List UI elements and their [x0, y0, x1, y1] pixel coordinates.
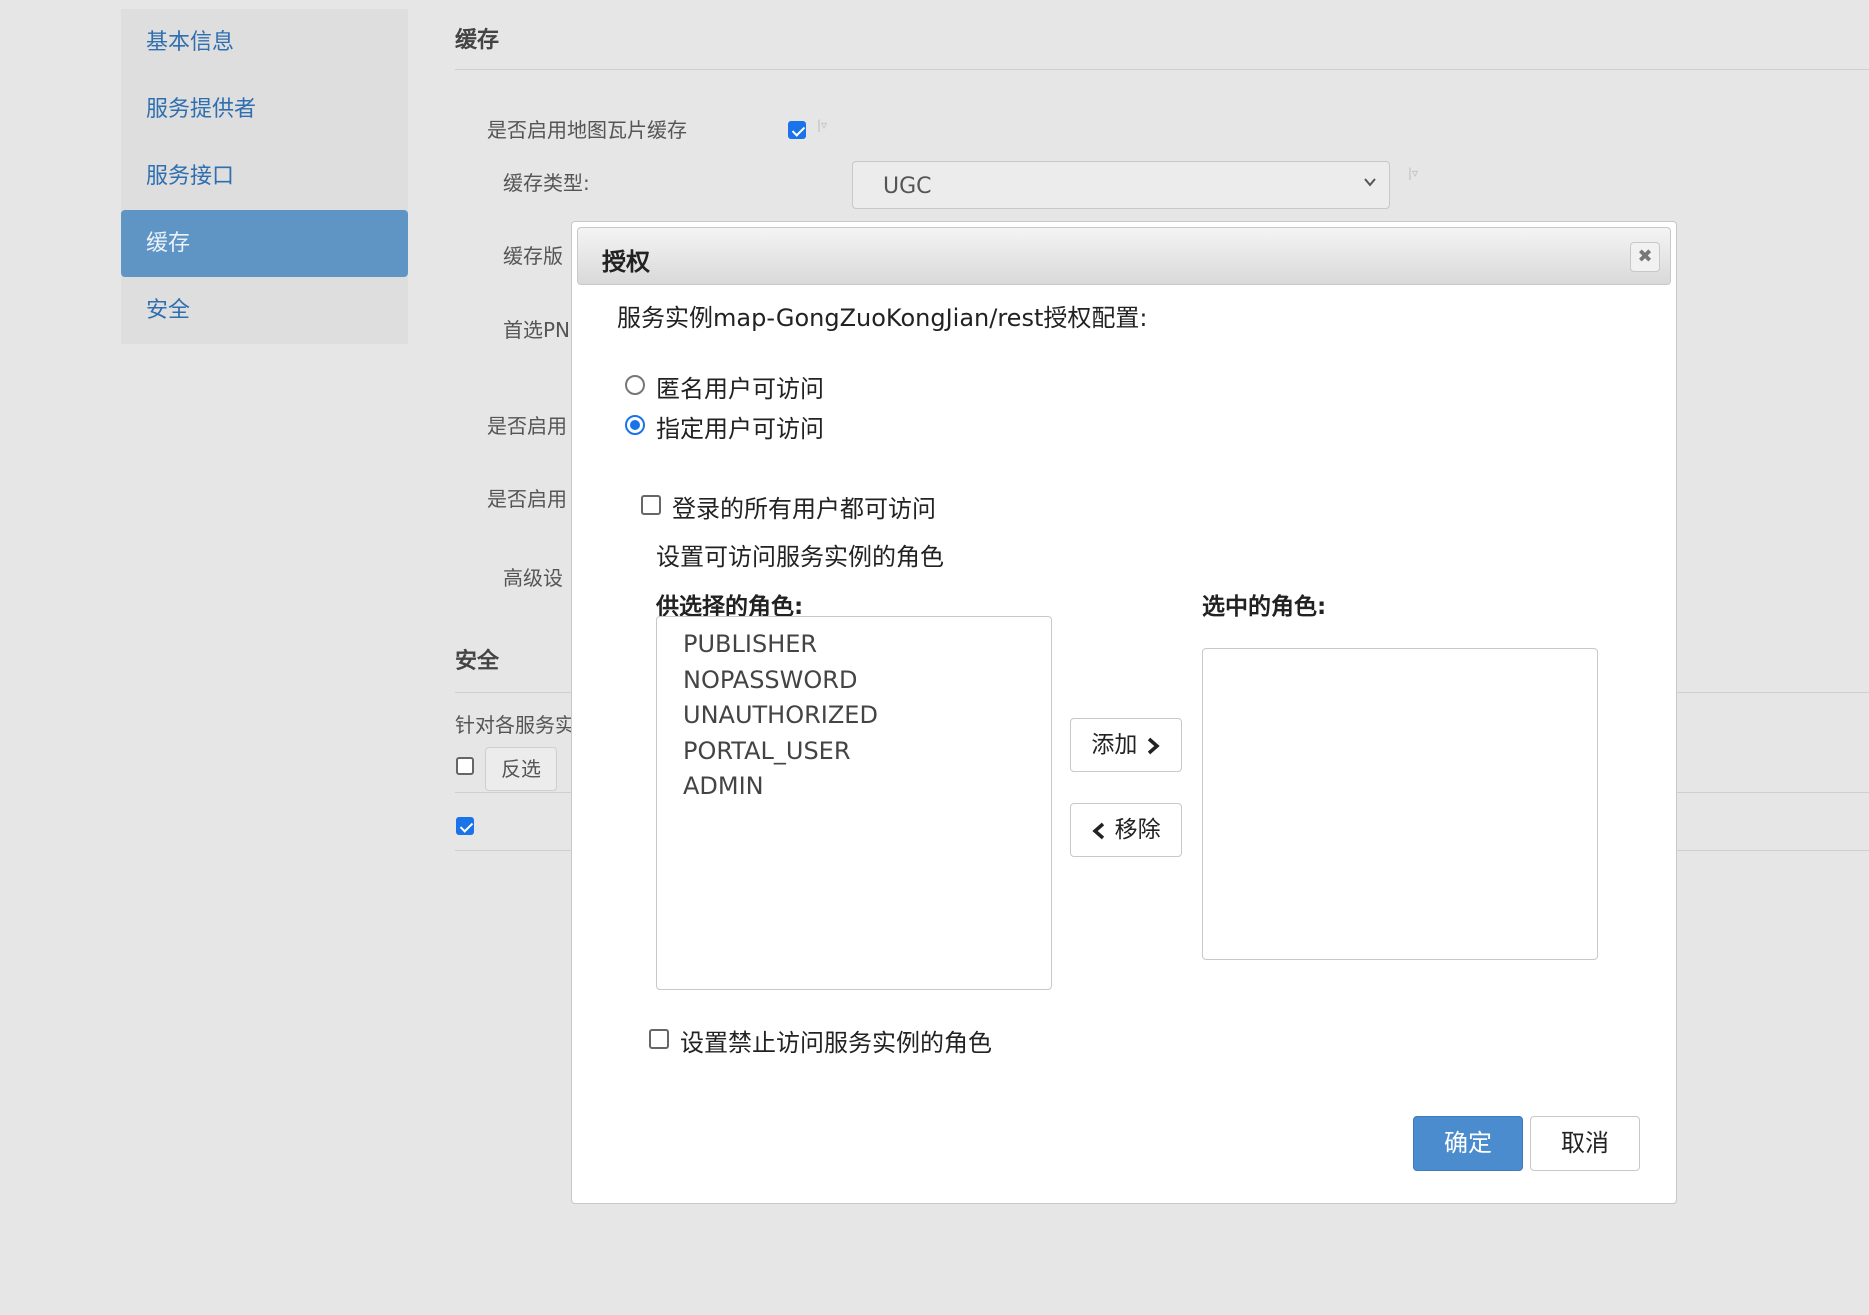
security-section-title: 安全 [455, 649, 500, 674]
role-option[interactable]: UNAUTHORIZED [657, 698, 1051, 734]
divider [455, 69, 1869, 70]
remove-role-button[interactable]: 移除 [1070, 803, 1182, 857]
sidebar-item-cache[interactable]: 缓存 [121, 210, 408, 277]
role-option[interactable]: NOPASSWORD [657, 663, 1051, 699]
close-icon[interactable]: ✖ [1630, 242, 1660, 272]
invert-selection-button[interactable]: 反选 [485, 747, 557, 791]
available-roles-list[interactable]: PUBLISHER NOPASSWORD UNAUTHORIZED PORTAL… [656, 616, 1052, 990]
settings-sidebar: 基本信息 服务提供者 服务接口 缓存 安全 [121, 9, 408, 344]
specified-users-label[interactable]: 指定用户可访问 [656, 409, 824, 444]
preferred-png-label: 首选PN [503, 318, 571, 342]
remove-button-label: 移除 [1114, 817, 1161, 843]
security-description: 针对各服务实 [455, 713, 575, 737]
enable-tile-cache-label: 是否启用地图瓦片缓存 [487, 118, 687, 142]
dialog-title: 授权 [602, 248, 650, 276]
select-all-checkbox[interactable] [456, 757, 474, 775]
service-row-checkbox[interactable] [456, 817, 474, 835]
sidebar-item-service-interface[interactable]: 服务接口 [121, 143, 408, 210]
role-option[interactable]: PUBLISHER [657, 627, 1051, 663]
add-button-label: 添加 [1091, 732, 1138, 758]
set-roles-label: 设置可访问服务实例的角色 [656, 543, 944, 571]
role-option[interactable]: ADMIN [657, 769, 1051, 805]
role-option[interactable]: PORTAL_USER [657, 734, 1051, 770]
enable-option-label: 是否启用 [487, 414, 567, 438]
anonymous-access-label[interactable]: 匿名用户可访问 [656, 369, 824, 404]
anonymous-access-radio[interactable] [625, 375, 645, 395]
sidebar-item-service-provider[interactable]: 服务提供者 [121, 76, 408, 143]
add-role-button[interactable]: 添加 [1070, 718, 1182, 772]
cache-version-label: 缓存版 [503, 244, 563, 268]
selected-roles-list[interactable] [1202, 648, 1598, 960]
dialog-heading: 服务实例map-GongZuoKongJian/rest授权配置: [617, 304, 1148, 332]
cache-type-label: 缓存类型: [503, 171, 590, 195]
authorization-dialog: 授权 ✖ 服务实例map-GongZuoKongJian/rest授权配置: 匿… [571, 221, 1677, 1204]
ok-button[interactable]: 确定 [1413, 1116, 1523, 1171]
cache-type-select[interactable]: UGC [852, 161, 1390, 209]
chevron-right-icon [1145, 732, 1161, 758]
enable-tile-cache-checkbox[interactable] [788, 121, 806, 139]
advanced-settings-label: 高级设 [503, 566, 563, 590]
enable-option-label: 是否启用 [487, 487, 567, 511]
cache-type-value: UGC [883, 174, 932, 199]
deny-roles-label[interactable]: 设置禁止访问服务实例的角色 [680, 1023, 992, 1058]
dialog-header[interactable]: 授权 ✖ [577, 227, 1671, 285]
all-logged-in-checkbox[interactable] [641, 495, 661, 515]
sidebar-item-basic-info[interactable]: 基本信息 [121, 9, 408, 76]
specified-users-radio[interactable] [625, 415, 645, 435]
sidebar-item-security[interactable]: 安全 [121, 277, 408, 344]
chevron-left-icon [1091, 817, 1107, 843]
selected-roles-label: 选中的角色: [1202, 594, 1327, 620]
all-logged-in-label[interactable]: 登录的所有用户都可访问 [672, 489, 936, 524]
help-dropdown-icon[interactable]: |▿ [817, 118, 827, 132]
cancel-button[interactable]: 取消 [1530, 1116, 1640, 1171]
deny-roles-checkbox[interactable] [649, 1029, 669, 1049]
cache-section-title: 缓存 [455, 28, 500, 53]
chevron-down-icon [1363, 174, 1377, 193]
help-dropdown-icon[interactable]: |▿ [1408, 166, 1418, 180]
